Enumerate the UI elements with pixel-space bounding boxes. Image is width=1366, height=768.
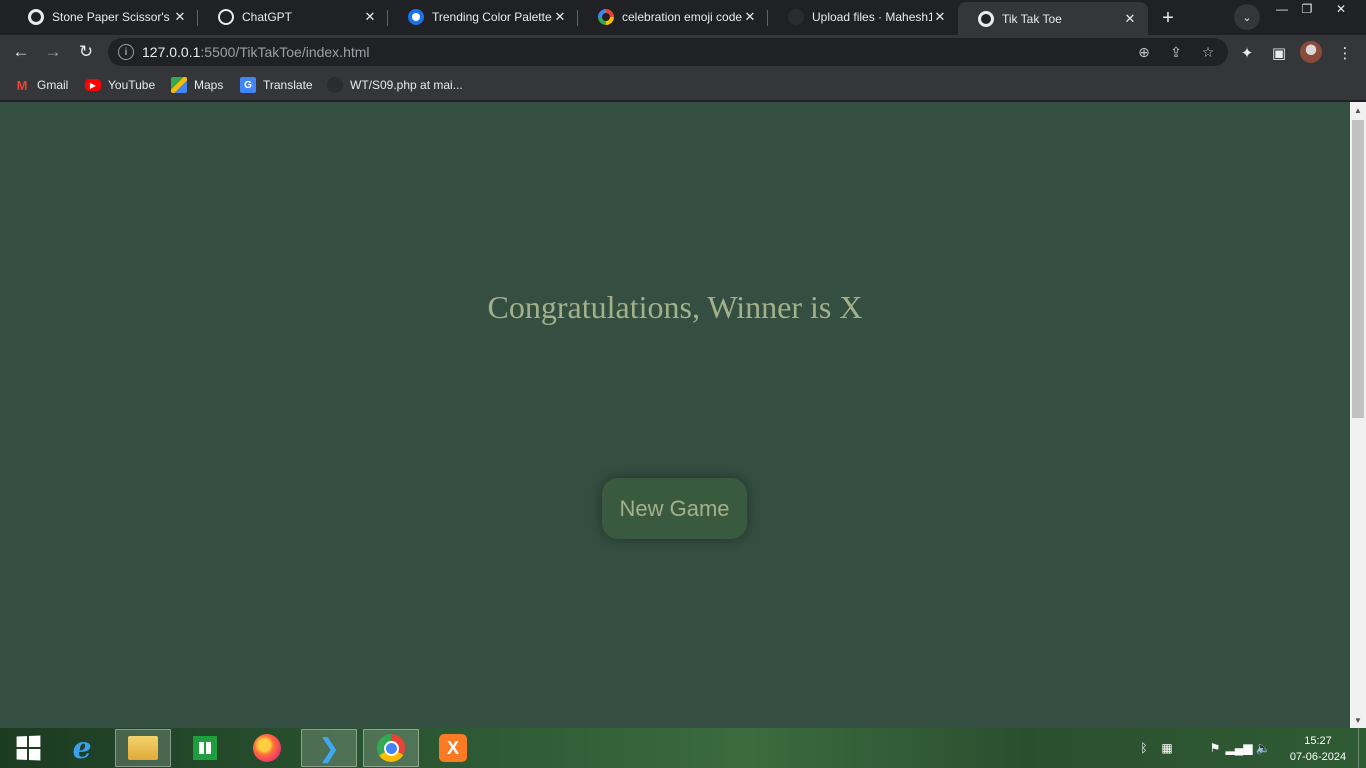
tab-title: Upload files · Mahesh17	[812, 10, 932, 24]
firefox-icon	[253, 734, 281, 762]
tab-title: celebration emoji code	[622, 10, 742, 24]
vscode-icon: ❯	[318, 732, 340, 763]
tab-title: Tik Tak Toe	[1002, 11, 1062, 26]
scroll-up-arrow[interactable]: ▲	[1350, 102, 1366, 118]
translate-icon: G	[240, 77, 256, 93]
url-host: 127.0.0.1	[142, 44, 201, 60]
device-icon[interactable]	[1183, 740, 1199, 756]
bookmark-gmail[interactable]: M Gmail	[14, 76, 69, 94]
store-icon	[193, 736, 217, 760]
coolors-icon	[408, 9, 424, 25]
side-panel-icon[interactable]: ▣	[1268, 42, 1290, 64]
xampp-icon: X	[439, 734, 467, 762]
windows-logo-icon	[16, 735, 41, 761]
window-close-button[interactable]: ✕	[1326, 0, 1356, 18]
address-bar[interactable]: i 127.0.0.1:5500/TikTakToe/index.html ⊕ …	[108, 38, 1228, 66]
new-game-button[interactable]: New Game	[602, 478, 747, 539]
start-button[interactable]	[0, 729, 56, 767]
bookmark-label: Gmail	[37, 78, 69, 92]
chatgpt-icon	[218, 9, 234, 25]
profile-avatar[interactable]	[1300, 41, 1322, 63]
tab-upload-files[interactable]: Upload files · Mahesh17 ✕	[768, 2, 958, 32]
tab-celebration-emoji-code[interactable]: celebration emoji code ✕	[578, 2, 768, 32]
tab-title: ChatGPT	[242, 10, 293, 24]
close-icon[interactable]: ✕	[742, 9, 758, 25]
page-scrollbar[interactable]: ▲ ▼	[1350, 102, 1366, 728]
extensions-icon[interactable]: ✦	[1236, 42, 1258, 64]
bookmark-label: Maps	[194, 78, 224, 92]
close-icon[interactable]: ✕	[172, 9, 188, 25]
close-icon[interactable]: ✕	[1122, 11, 1138, 27]
bookmark-label: YouTube	[108, 78, 156, 92]
page-viewport: Congratulations, Winner is X New Game	[0, 102, 1350, 728]
tab-strip: Stone Paper Scissor's ✕ ChatGPT ✕ Trendi…	[0, 0, 1366, 35]
youtube-icon: ▶	[85, 79, 101, 91]
reload-button[interactable]: ↻	[73, 39, 99, 65]
bookmark-star-icon[interactable]: ☆	[1198, 42, 1218, 62]
menu-icon[interactable]: ⋮	[1334, 42, 1356, 64]
bookmark-translate[interactable]: G Translate	[240, 76, 313, 94]
clock-time: 15:27	[1304, 735, 1332, 747]
close-icon[interactable]: ✕	[932, 9, 948, 25]
github-icon	[788, 9, 804, 25]
browser-toolbar: ← → ↻ i 127.0.0.1:5500/TikTakToe/index.h…	[0, 35, 1366, 69]
taskbar-chrome[interactable]	[363, 729, 419, 767]
back-button[interactable]: ←	[8, 39, 34, 65]
restore-button[interactable]: ❐	[1292, 0, 1322, 18]
chrome-icon	[377, 734, 405, 762]
volume-icon[interactable]: 🔈	[1255, 740, 1271, 756]
bookmark-youtube[interactable]: ▶ YouTube	[85, 76, 155, 94]
winner-message: Congratulations, Winner is X	[487, 289, 863, 325]
windows-taskbar: e ❯ X ᛒ ▦ ⚑ ▂▄▆ 🔈 15:27 07-06-2024	[0, 728, 1366, 768]
tab-search-button[interactable]: ⌄	[1234, 4, 1260, 30]
scrollbar-thumb[interactable]	[1352, 120, 1364, 418]
forward-button[interactable]: →	[40, 39, 66, 65]
bookmark-github-wt[interactable]: WT/S09.php at mai...	[327, 76, 463, 94]
show-desktop-button[interactable]	[1358, 728, 1366, 768]
taskbar-vscode[interactable]: ❯	[301, 729, 357, 767]
share-icon[interactable]: ⇪	[1166, 42, 1186, 62]
network-icon[interactable]: ▦	[1159, 740, 1175, 756]
taskbar-xampp[interactable]: X	[425, 729, 481, 767]
tab-chatgpt[interactable]: ChatGPT ✕	[198, 2, 388, 32]
new-tab-button[interactable]: +	[1156, 6, 1180, 30]
clock-date: 07-06-2024	[1289, 751, 1347, 763]
bookmark-maps[interactable]: Maps	[171, 76, 223, 94]
bookmarks-bar: M Gmail ▶ YouTube Maps G Translate WT/S0…	[0, 69, 1366, 101]
tab-stone-paper-scissors[interactable]: Stone Paper Scissor's ✕	[8, 2, 198, 32]
zoom-icon[interactable]: ⊕	[1134, 42, 1154, 62]
taskbar-firefox[interactable]	[239, 729, 295, 767]
site-info-icon[interactable]: i	[118, 44, 134, 60]
github-icon	[327, 77, 343, 93]
close-icon[interactable]: ✕	[552, 9, 568, 25]
bluetooth-icon[interactable]: ᛒ	[1136, 740, 1152, 756]
globe-icon	[978, 10, 994, 27]
globe-icon	[28, 9, 44, 25]
url-path: :5500/TikTakToe/index.html	[200, 44, 370, 60]
signal-icon[interactable]: ▂▄▆	[1226, 740, 1253, 756]
tab-title: Trending Color Palettes	[432, 10, 552, 24]
bookmark-label: WT/S09.php at mai...	[350, 78, 463, 92]
internet-explorer-icon: e	[72, 730, 92, 766]
tab-trending-color-palettes[interactable]: Trending Color Palettes ✕	[388, 2, 578, 32]
maps-icon	[171, 77, 187, 93]
taskbar-store[interactable]	[177, 729, 233, 767]
taskbar-clock[interactable]: 15:27 07-06-2024	[1286, 733, 1350, 765]
taskbar-internet-explorer[interactable]: e	[54, 729, 110, 767]
url-text[interactable]: 127.0.0.1:5500/TikTakToe/index.html	[142, 44, 370, 60]
tab-tik-tak-toe[interactable]: Tik Tak Toe ✕	[958, 2, 1148, 35]
folder-icon	[128, 736, 158, 760]
gmail-icon: M	[16, 77, 28, 93]
close-icon[interactable]: ✕	[362, 9, 378, 25]
bookmark-label: Translate	[263, 78, 313, 92]
taskbar-file-explorer[interactable]	[115, 729, 171, 767]
scroll-down-arrow[interactable]: ▼	[1350, 712, 1366, 728]
google-icon	[598, 9, 614, 25]
action-center-flag-icon[interactable]: ⚑	[1207, 740, 1223, 756]
tab-title: Stone Paper Scissor's	[52, 10, 170, 24]
